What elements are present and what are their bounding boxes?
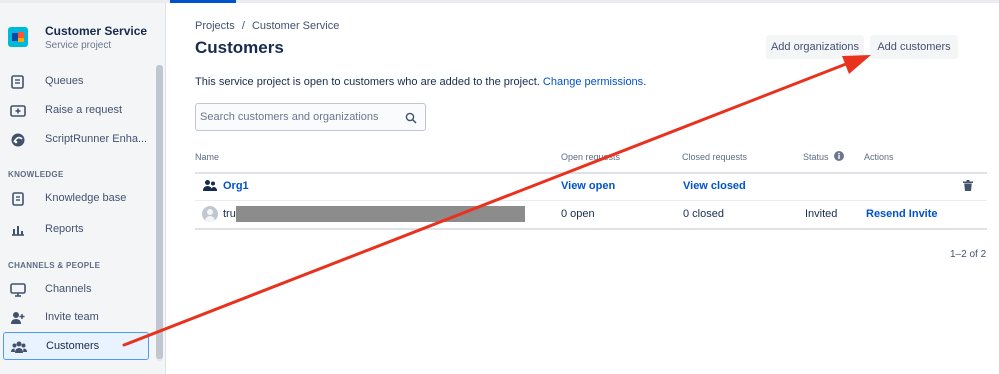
permissions-info: This service project is open to customer… — [195, 76, 646, 88]
reports-icon — [12, 226, 24, 236]
sidebar-item-label: Invite team — [45, 311, 99, 323]
permissions-info-period: . — [643, 76, 647, 88]
view-open-link[interactable]: View open — [561, 180, 615, 192]
project-name: Customer Service — [45, 24, 148, 38]
sidebar-item-raise-request[interactable]: Raise a request — [3, 97, 149, 125]
column-header-actions: Actions — [864, 152, 894, 162]
project-header[interactable]: Customer Service Service project — [8, 21, 158, 61]
knowledge-base-icon — [12, 192, 24, 206]
table-header-divider — [195, 172, 987, 174]
sidebar-item-channels[interactable]: Channels — [3, 276, 149, 304]
customers-icon — [11, 341, 27, 353]
table-footer-divider — [195, 228, 987, 230]
add-organizations-button[interactable]: Add organizations — [766, 35, 864, 59]
raise-request-icon — [10, 105, 26, 117]
sidebar-item-label: Knowledge base — [45, 192, 127, 204]
column-header-name[interactable]: Name — [195, 152, 219, 162]
sidebar-item-reports[interactable]: Reports — [3, 216, 149, 244]
sidebar-item-label: Queues — [45, 75, 84, 87]
status-text: Invited — [805, 208, 838, 220]
sidebar: Customer Service Service project Queues … — [0, 3, 166, 374]
view-closed-link[interactable]: View closed — [683, 180, 746, 192]
permissions-info-text: This service project is open to customer… — [195, 76, 540, 88]
change-permissions-link[interactable]: Change permissions — [543, 76, 643, 88]
section-knowledge: KNOWLEDGE — [8, 170, 64, 179]
column-header-status-label: Status — [803, 152, 829, 162]
sidebar-item-customers[interactable]: Customers — [3, 332, 149, 360]
info-icon[interactable] — [834, 151, 844, 161]
breadcrumb-current[interactable]: Customer Service — [252, 20, 339, 32]
queues-icon — [11, 75, 24, 89]
table-row-divider — [195, 200, 987, 201]
open-count: 0 open — [561, 208, 595, 220]
redacted-email — [236, 206, 525, 222]
customer-name: tru — [223, 208, 236, 220]
sidebar-item-scriptrunner[interactable]: ScriptRunner Enha... — [3, 126, 149, 154]
sidebar-scrollbar-thumb[interactable] — [156, 65, 163, 359]
column-header-closed-requests: Closed requests — [682, 152, 748, 162]
sidebar-item-invite-team[interactable]: Invite team — [3, 304, 149, 332]
breadcrumb: Projects / Customer Service — [195, 20, 339, 32]
top-bar-accent — [170, 0, 236, 3]
project-avatar-icon — [8, 27, 28, 47]
project-type: Service project — [45, 40, 112, 51]
org-name-link[interactable]: Org1 — [223, 180, 249, 192]
search-icon — [405, 112, 417, 124]
sidebar-item-label: ScriptRunner Enha... — [45, 133, 148, 145]
pagination-text: 1–2 of 2 — [950, 249, 987, 260]
channels-icon — [10, 283, 26, 297]
sidebar-item-label: Raise a request — [45, 104, 123, 116]
invite-team-icon — [11, 312, 25, 324]
user-avatar-icon — [202, 206, 218, 222]
sidebar-item-knowledge-base[interactable]: Knowledge base — [3, 185, 149, 213]
closed-count: 0 closed — [683, 208, 724, 220]
resend-invite-link[interactable]: Resend Invite — [866, 208, 938, 220]
section-channels: CHANNELS & PEOPLE — [8, 261, 101, 270]
breadcrumb-separator: / — [241, 20, 245, 32]
page-title: Customers — [195, 38, 284, 57]
sidebar-item-label: Channels — [45, 283, 92, 295]
sidebar-item-label: Customers — [46, 340, 100, 352]
search-box — [195, 103, 426, 131]
breadcrumb-projects[interactable]: Projects — [195, 20, 235, 32]
add-customers-button[interactable]: Add customers — [870, 35, 958, 59]
column-header-open-requests: Open requests — [561, 152, 621, 162]
search-input[interactable] — [200, 108, 400, 126]
column-header-status: Status — [803, 151, 844, 162]
sidebar-item-queues[interactable]: Queues — [3, 68, 149, 96]
trash-icon[interactable] — [963, 180, 973, 191]
organization-icon — [203, 180, 217, 191]
scriptrunner-icon — [11, 133, 25, 147]
sidebar-item-label: Reports — [45, 223, 84, 235]
